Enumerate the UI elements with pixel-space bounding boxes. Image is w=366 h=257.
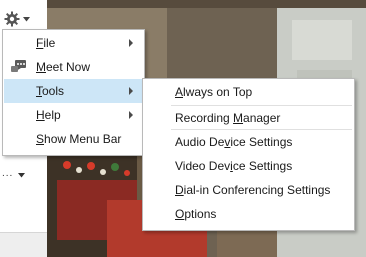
- submenu-item-always-on-top[interactable]: Always on Top: [144, 80, 353, 104]
- submenu-item-dial-in-conferencing-settings[interactable]: Dial-in Conferencing Settings: [144, 178, 353, 202]
- left-footer: [0, 233, 47, 257]
- menu-item-show-menu-bar[interactable]: Show Menu Bar: [4, 127, 143, 151]
- options-gear-button[interactable]: [4, 10, 32, 28]
- menu-item-label: Meet Now: [36, 60, 91, 74]
- submenu-item-recording-manager[interactable]: Recording Manager: [144, 106, 353, 130]
- submenu-item-options[interactable]: Options: [144, 202, 353, 226]
- submenu-arrow-icon: [129, 87, 133, 95]
- menu-item-help[interactable]: Help: [4, 103, 143, 127]
- menu-item-label: Show Menu Bar: [36, 132, 122, 146]
- submenu-item-label: Video Device Settings: [175, 159, 293, 173]
- submenu-arrow-icon: [129, 39, 133, 47]
- gear-icon: [4, 11, 20, 27]
- tools-submenu: Always on Top Recording Manager Audio De…: [142, 78, 355, 231]
- menu-item-meet-now[interactable]: Meet Now: [4, 55, 143, 79]
- submenu-item-label: Options: [175, 207, 217, 221]
- menu-item-label: Tools: [36, 84, 65, 98]
- submenu-item-label: Always on Top: [175, 85, 253, 99]
- more-options[interactable]: ...: [0, 168, 44, 180]
- submenu-item-label: Dial-in Conferencing Settings: [175, 183, 331, 197]
- submenu-item-label: Recording Manager: [175, 111, 281, 125]
- menu-item-label: Help: [36, 108, 61, 122]
- submenu-item-audio-device-settings[interactable]: Audio Device Settings: [144, 130, 353, 154]
- submenu-arrow-icon: [129, 111, 133, 119]
- submenu-item-label: Audio Device Settings: [175, 135, 293, 149]
- chevron-down-icon: [23, 16, 30, 22]
- main-menu: File Meet Now Tools Help Show Menu Bar: [2, 29, 145, 156]
- submenu-item-video-device-settings[interactable]: Video Device Settings: [144, 154, 353, 178]
- ellipsis-text: ...: [2, 168, 14, 179]
- meet-now-icon: [10, 59, 28, 75]
- menu-item-file[interactable]: File: [4, 31, 143, 55]
- menu-item-tools[interactable]: Tools: [4, 79, 143, 103]
- caret-down-icon: [18, 170, 25, 181]
- menu-item-label: File: [36, 36, 56, 50]
